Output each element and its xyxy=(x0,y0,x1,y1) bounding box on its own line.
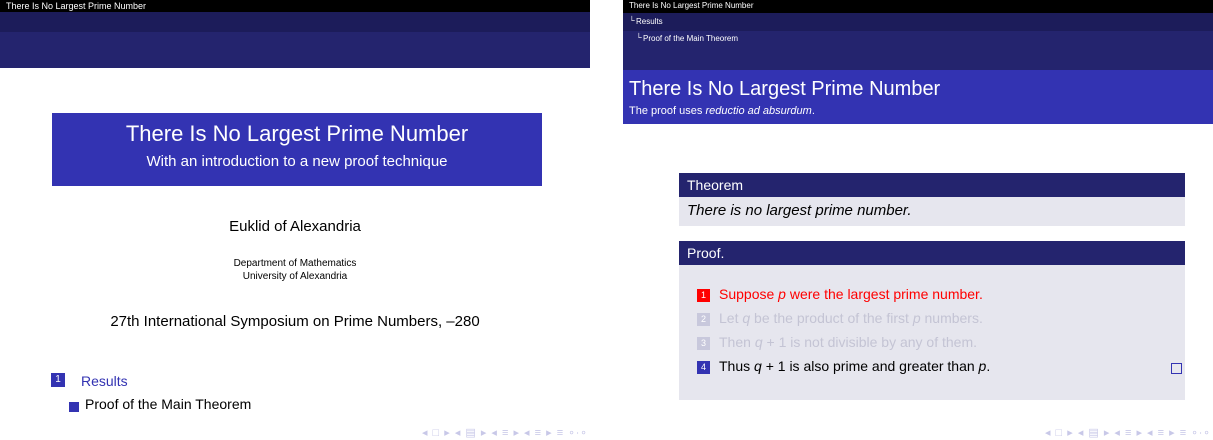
proof-item: 1 Suppose p were the largest prime number… xyxy=(697,286,983,302)
toc-section-results[interactable]: Results xyxy=(81,373,128,389)
headline-bar: There Is No Largest Prime Number xyxy=(623,0,1213,13)
theorem-slide: There Is No Largest Prime Number └ Resul… xyxy=(623,0,1213,440)
institute-university: University of Alexandria xyxy=(242,271,348,282)
frame-subtitle-suffix: . xyxy=(811,105,815,117)
frame-subtitle: The proof uses reductio ad absurdum. xyxy=(629,105,815,117)
toc-bullet-icon xyxy=(69,402,79,412)
item-number: 3 xyxy=(697,337,710,350)
frame-title-box: There Is No Largest Prime Number The pro… xyxy=(623,70,1213,124)
proof-block-title: Proof. xyxy=(679,241,1185,265)
item-text: Suppose xyxy=(719,286,779,302)
frame-subtitle-emphasis: reductio ad absurdum xyxy=(705,105,812,117)
qed-square-icon xyxy=(1171,363,1182,374)
headline-subsection[interactable]: Proof of the Main Theorem xyxy=(643,34,738,43)
proof-item: 2 Let q be the product of the first p num… xyxy=(697,310,983,326)
item-math: q xyxy=(754,334,763,350)
item-text: . xyxy=(986,358,991,374)
tree-branch-icon: └ xyxy=(636,33,642,42)
header-band-dark xyxy=(0,12,590,32)
headline-subsection-row: └ Proof of the Main Theorem xyxy=(623,31,1213,70)
tree-branch-icon: └ xyxy=(629,16,635,25)
item-text: were the largest prime number. xyxy=(785,286,983,302)
presentation-subtitle: With an introduction to a new proof tech… xyxy=(146,153,448,170)
author: Euklid of Alexandria xyxy=(229,218,361,235)
item-text: Thus xyxy=(719,358,755,374)
item-text: numbers. xyxy=(920,310,983,326)
item-text: Then xyxy=(719,334,755,350)
item-number: 2 xyxy=(697,313,710,326)
headline-section-row: └ Results xyxy=(623,13,1213,31)
item-math: q xyxy=(742,310,751,326)
toc-subsection-proof[interactable]: Proof of the Main Theorem xyxy=(85,396,251,412)
item-number: 1 xyxy=(697,289,710,302)
proof-item: 4 Thus q + 1 is also prime and greater th… xyxy=(697,358,990,374)
institute-department: Department of Mathematics xyxy=(233,258,357,269)
headline-section[interactable]: Results xyxy=(636,17,663,26)
navigation-symbols[interactable]: ◂ □ ▸ ◂ ▤ ▸ ◂ ≡ ▸ ◂ ≡ ▸ ≡ ∘∙∘ xyxy=(1045,426,1211,439)
item-text: Let xyxy=(719,310,743,326)
headline-title: There Is No Largest Prime Number xyxy=(629,1,754,10)
header-band xyxy=(0,32,590,68)
presentation-title: There Is No Largest Prime Number xyxy=(125,121,469,146)
frame-subtitle-prefix: The proof uses xyxy=(629,105,706,117)
headline-title: There Is No Largest Prime Number xyxy=(6,1,147,11)
institute: Department of Mathematics University of … xyxy=(0,257,590,283)
toc-section-number: 1 xyxy=(51,373,65,387)
date: 27th International Symposium on Prime Nu… xyxy=(110,313,480,330)
item-number: 4 xyxy=(697,361,710,374)
title-box: There Is No Largest Prime Number With an… xyxy=(52,113,542,186)
theorem-block-title: Theorem xyxy=(679,173,1185,197)
item-text: + 1 is also prime and greater than xyxy=(761,358,979,374)
item-math: p xyxy=(912,310,921,326)
title-slide: There Is No Largest Prime Number There I… xyxy=(0,0,590,440)
headline-bar: There Is No Largest Prime Number xyxy=(0,0,590,12)
item-math: q xyxy=(754,358,762,374)
proof-item: 3 Then q + 1 is not divisible by any of t… xyxy=(697,334,977,350)
item-math: p xyxy=(778,286,786,302)
item-text: + 1 is not divisible by any of them. xyxy=(762,334,977,350)
item-text: be the product of the first xyxy=(750,310,913,326)
theorem-text: There is no largest prime number. xyxy=(687,202,912,219)
navigation-symbols[interactable]: ◂ □ ▸ ◂ ▤ ▸ ◂ ≡ ▸ ◂ ≡ ▸ ≡ ∘∙∘ xyxy=(422,426,588,439)
frame-title: There Is No Largest Prime Number xyxy=(629,78,941,100)
theorem-block-body: There is no largest prime number. xyxy=(679,197,1185,226)
